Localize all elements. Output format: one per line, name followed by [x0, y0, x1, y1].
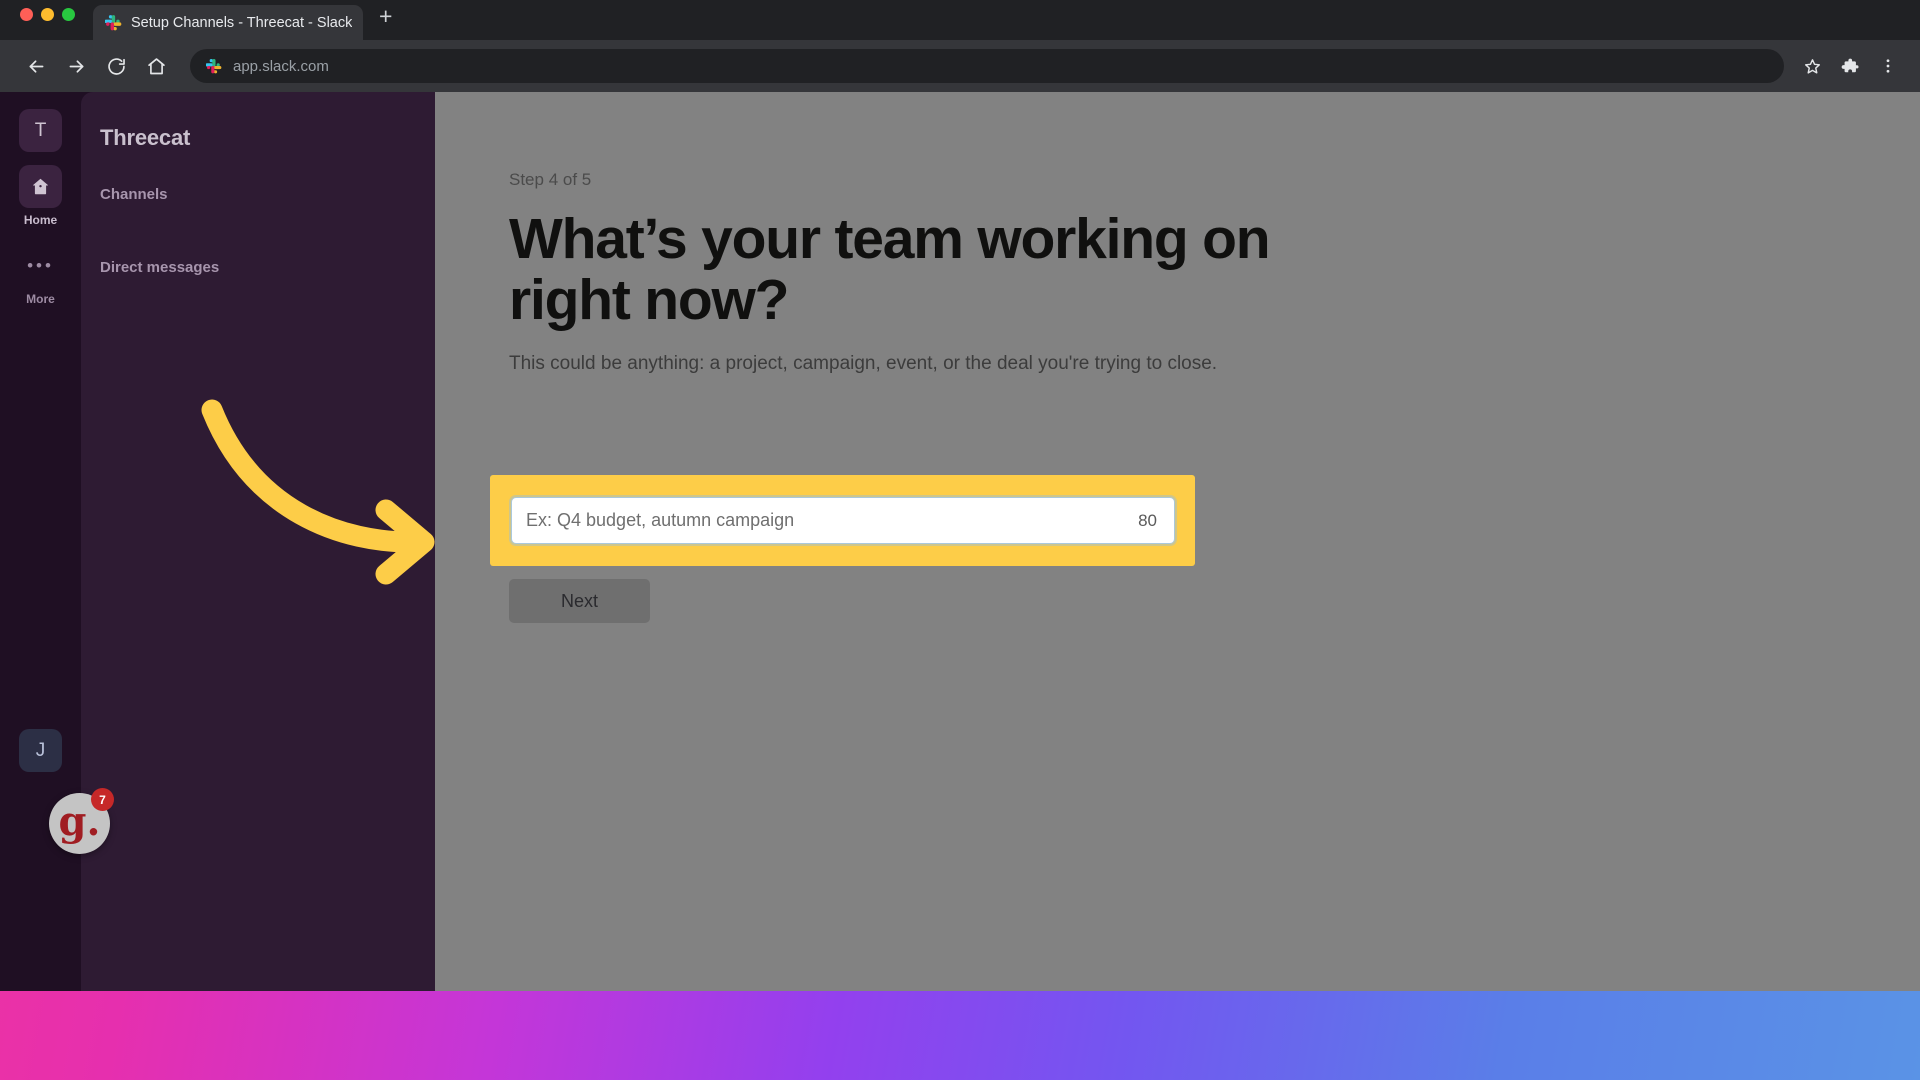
ellipsis-icon: ••• [27, 256, 54, 275]
new-tab-button[interactable]: + [363, 5, 408, 40]
more-chip: ••• [19, 244, 62, 287]
sidebar-section-channels[interactable]: Channels [100, 186, 435, 203]
step-indicator: Step 4 of 5 [509, 170, 592, 189]
workspace-switcher-button[interactable]: T [19, 109, 62, 152]
next-button[interactable]: Next [509, 579, 650, 623]
avatar[interactable]: J [19, 729, 62, 772]
forward-icon[interactable] [58, 48, 94, 84]
back-icon[interactable] [18, 48, 54, 84]
notification-count-badge: 7 [91, 788, 114, 811]
character-counter: 80 [1138, 510, 1157, 530]
setup-main-pane: Step 4 of 5 What’s your team working on … [435, 92, 1920, 991]
slack-icon [105, 15, 122, 31]
window-traffic-lights [0, 0, 89, 40]
star-icon[interactable] [1794, 48, 1830, 84]
sidebar-item-label: Home [23, 213, 58, 227]
slack-workspace-rail: T Home ••• More J [0, 92, 81, 991]
channel-name-input[interactable] [526, 510, 1129, 531]
slack-sidebar: Threecat Channels Direct messages [81, 92, 435, 991]
toolbar-right-actions [1794, 48, 1906, 84]
sidebar-item-label: More [26, 292, 55, 306]
address-bar-url: app.slack.com [233, 57, 329, 75]
sidebar-item-more[interactable]: ••• More [0, 244, 81, 306]
home-icon[interactable] [138, 48, 174, 84]
sidebar-section-direct-messages[interactable]: Direct messages [100, 259, 435, 276]
highlight-box: 80 [490, 475, 1195, 566]
slack-icon [206, 59, 222, 74]
reload-icon[interactable] [98, 48, 134, 84]
minimize-window-button[interactable] [41, 7, 54, 21]
close-window-button[interactable] [20, 7, 33, 21]
setup-headline: What’s your team working on right now? [509, 207, 1271, 332]
browser-window: Setup Channels - Threecat - Slack + app.… [0, 0, 1920, 991]
home-chip [19, 165, 62, 208]
three-dot-menu-icon[interactable] [1870, 48, 1906, 84]
sidebar-item-home[interactable]: Home [0, 165, 81, 227]
page-title: Threecat [100, 125, 191, 150]
puzzle-icon[interactable] [1832, 48, 1868, 84]
setup-subtitle: This could be anything: a project, campa… [509, 352, 1218, 374]
browser-toolbar: app.slack.com [0, 40, 1920, 92]
browser-tab-title: Setup Channels - Threecat - Slack [131, 14, 353, 31]
screen-recorder-badge[interactable]: g. 7 [49, 788, 114, 854]
browser-tab-slack[interactable]: Setup Channels - Threecat - Slack [93, 5, 363, 40]
maximize-window-button[interactable] [62, 7, 75, 21]
address-bar[interactable]: app.slack.com [190, 49, 1784, 83]
browser-tab-strip: Setup Channels - Threecat - Slack + [0, 0, 1920, 40]
slack-web-app: T Home ••• More J Threecat Channels Dire… [0, 92, 1920, 991]
channel-name-field[interactable]: 80 [511, 497, 1175, 544]
home-icon [33, 178, 48, 195]
